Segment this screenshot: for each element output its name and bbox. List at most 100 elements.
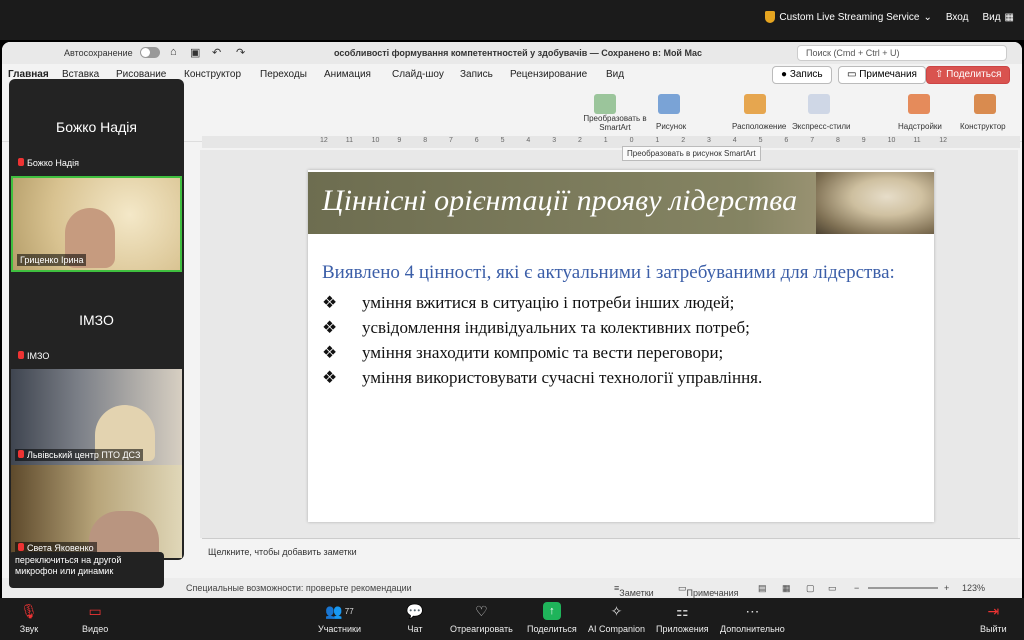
diamond-bullet-icon: ❖ <box>322 293 338 312</box>
ruler-tick: 3 <box>707 137 711 144</box>
ruler-tick: 10 <box>887 137 896 144</box>
react-label: Отреагировать <box>450 624 513 634</box>
more-label: Дополнительно <box>720 624 785 634</box>
participant-tile[interactable]: Гриценко Ірина <box>11 176 182 272</box>
video-label: Видео <box>82 624 109 634</box>
ruler-tick: 8 <box>836 137 840 144</box>
chat-button[interactable]: 💬 Чат <box>404 602 426 635</box>
addins-label[interactable]: Надстройки <box>898 122 942 131</box>
addins-icon[interactable] <box>908 94 930 114</box>
picture-label[interactable]: Рисунок <box>656 122 686 131</box>
tab-view[interactable]: Вид <box>606 69 624 80</box>
share-label: Поделиться <box>946 69 1002 80</box>
participants-button[interactable]: 👥 77 Участники <box>318 602 361 635</box>
more-button[interactable]: ⋯ Дополнительно <box>720 602 785 635</box>
slide-title: Ціннісні орієнтації прояву лідерства <box>322 184 798 217</box>
share-screen-button[interactable]: ↑ Поделиться <box>527 602 577 634</box>
tab-review[interactable]: Рецензирование <box>510 69 587 80</box>
quick-styles-label[interactable]: Экспресс-стили <box>792 122 851 131</box>
participant-name: ІМЗО <box>15 350 52 362</box>
shield-icon <box>765 11 776 23</box>
normal-view-icon[interactable]: ▤ <box>758 583 767 594</box>
ai-companion-button[interactable]: ✧ AI Companion <box>588 602 645 635</box>
streaming-indicator[interactable]: Custom Live Streaming Service ⌄ <box>765 11 932 23</box>
reading-view-icon[interactable]: ▢ <box>806 583 815 594</box>
tab-record[interactable]: Запись <box>460 69 493 80</box>
apps-label: Приложения <box>656 624 709 634</box>
comments-button[interactable]: ▭ Примечания <box>838 66 926 84</box>
participant-tile[interactable]: Божко Надія Божко Надія <box>11 81 182 173</box>
autosave-toggle[interactable] <box>140 47 160 58</box>
participants-icon: 👥 77 <box>325 602 354 619</box>
list-item: ❖ усвідомлення індивідуальних та колектив… <box>322 315 922 340</box>
exit-icon: ⇥ <box>987 602 1000 619</box>
ruler-tick: 2 <box>681 137 686 144</box>
notes-toggle[interactable]: ≡ Заметки <box>614 583 654 598</box>
react-button[interactable]: ♡ Отреагировать <box>450 602 513 635</box>
zoom-level[interactable]: 123% <box>962 583 985 593</box>
participant-tile[interactable]: Света Яковенко <box>11 465 182 558</box>
ruler-tick: 12 <box>939 137 947 144</box>
slideshow-view-icon[interactable]: ▭ <box>828 583 837 594</box>
ellipsis-icon: ⋯ <box>745 602 760 619</box>
arrange-label[interactable]: Расположение <box>732 122 786 131</box>
participant-big-name: Божко Надія <box>56 119 137 135</box>
view-button[interactable]: Вид ▦ <box>982 12 1014 23</box>
comments-toggle[interactable]: ▭ Примечания <box>678 583 738 598</box>
mic-off-icon <box>18 351 24 359</box>
chevron-down-icon: ⌄ <box>923 11 932 23</box>
login-button[interactable]: Вход <box>946 12 969 23</box>
zoom-slider[interactable] <box>868 587 938 589</box>
record-label: Запись <box>789 69 823 80</box>
leave-label: Выйти <box>980 624 1007 634</box>
slide[interactable]: Ціннісні орієнтації прояву лідерства Вия… <box>308 170 934 522</box>
list-item: ❖ уміння використовувати сучасні технолог… <box>322 365 922 390</box>
share-button[interactable]: ⇧ Поделиться <box>926 66 1011 84</box>
picture-icon[interactable] <box>658 94 680 114</box>
arrange-icon[interactable] <box>744 94 766 114</box>
bullet-text: усвідомлення індивідуальних та колективн… <box>362 318 750 337</box>
zoom-out-icon[interactable]: − <box>854 583 859 593</box>
book-image <box>816 172 934 234</box>
leave-button[interactable]: ⇥ Выйти <box>980 602 1007 635</box>
tab-animation[interactable]: Анимация <box>324 69 371 80</box>
ruler-tick: 0 <box>629 137 634 144</box>
tab-transitions[interactable]: Переходы <box>260 69 307 80</box>
grid-icon: ▦ <box>1004 11 1014 23</box>
chat-label: Чат <box>407 624 423 634</box>
slide-lead: Виявлено 4 цінності, які є актуальними і… <box>322 262 895 283</box>
bullet-list: ❖ уміння вжитися в ситуацію і потреби інш… <box>322 290 922 390</box>
quick-styles-icon[interactable] <box>808 94 830 114</box>
apps-button[interactable]: ⚏ Приложения <box>656 602 709 635</box>
save-icon[interactable]: ▣ <box>190 46 200 59</box>
participant-tile[interactable]: ІМЗО ІМЗО <box>11 274 182 366</box>
redo-icon[interactable]: ↷ <box>236 46 245 59</box>
ruler-tick: 3 <box>552 137 557 144</box>
designer-label[interactable]: Конструктор <box>960 122 1006 131</box>
tab-design[interactable]: Конструктор <box>184 69 241 80</box>
undo-icon[interactable]: ↶ <box>212 46 221 59</box>
tab-slideshow[interactable]: Слайд-шоу <box>392 69 444 80</box>
notes-toggle-label: Заметки <box>619 588 654 598</box>
slide-body[interactable]: Виявлено 4 цінності, які є актуальними і… <box>322 258 922 390</box>
accessibility-status[interactable]: Специальные возможности: проверьте реком… <box>186 583 412 593</box>
list-item: ❖ уміння вжитися в ситуацію і потреби інш… <box>322 290 922 315</box>
smartart-label[interactable]: Преобразовать в SmartArt <box>580 114 650 132</box>
video-button[interactable]: ▭ Видео <box>82 602 109 635</box>
participant-name-text: Божко Надія <box>27 158 80 168</box>
sorter-view-icon[interactable]: ▦ <box>782 583 791 594</box>
search-input[interactable]: Поиск (Cmd + Ctrl + U) <box>797 45 1007 61</box>
participant-tile[interactable]: Львівський центр ПТО ДСЗ <box>11 369 182 465</box>
notes-pane[interactable]: Щелкните, чтобы добавить заметки <box>202 538 1020 568</box>
designer-icon[interactable] <box>974 94 996 114</box>
participants-count: 77 <box>344 606 354 616</box>
mic-off-icon <box>18 450 24 458</box>
audio-button[interactable]: 🎙 Звук <box>18 602 40 635</box>
record-button[interactable]: ● Запись <box>772 66 832 84</box>
zoom-in-icon[interactable]: + <box>944 583 949 593</box>
chat-icon: 💬 <box>406 602 424 619</box>
home-icon[interactable]: ⌂ <box>170 46 177 58</box>
smartart-icon[interactable] <box>594 94 616 114</box>
share-screen-label: Поделиться <box>527 624 577 634</box>
smartart-tooltip: Преобразовать в рисунок SmartArt <box>622 146 761 161</box>
